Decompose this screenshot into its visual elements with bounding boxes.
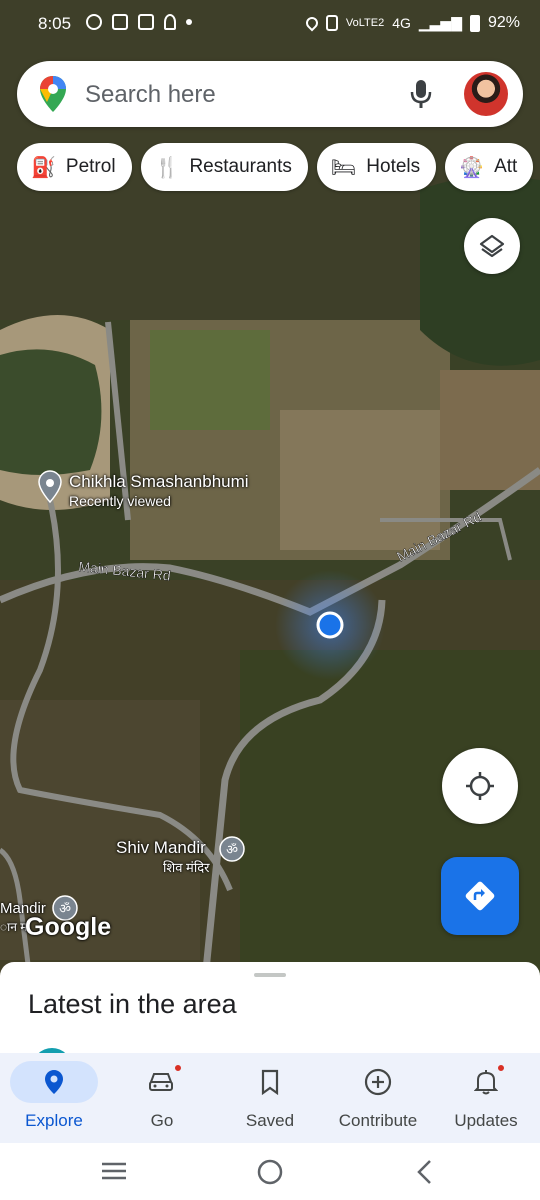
chip-label: Petrol (65, 156, 116, 177)
my-location-dot (316, 611, 344, 639)
screen: ॐ ॐ Main Bazar Rd Main Bazar Rd 8:05 VoL… (0, 0, 540, 1200)
instagram-icon (112, 14, 128, 30)
nav-label: Updates (454, 1111, 518, 1130)
notification-icon (86, 14, 102, 30)
more-notifications-dot (186, 19, 192, 25)
gas-station-icon: ⛽ (31, 156, 56, 179)
chip-hotels[interactable]: 🛏 Hotels (316, 143, 437, 191)
temple-pin-icon: ॐ (219, 836, 245, 862)
vibrate-icon (325, 15, 338, 31)
nav-label: Saved (245, 1111, 295, 1130)
chip-restaurants[interactable]: 🍴 Restaurants (140, 143, 308, 191)
status-bar: 8:05 VoLTE2 4G ▁▃▅▇ 92% (0, 0, 540, 48)
back-icon[interactable] (416, 1159, 434, 1185)
chip-attractions[interactable]: 🎡 Att (445, 143, 534, 191)
chip-petrol[interactable]: ⛽ Petrol (17, 143, 132, 191)
updates-badge (497, 1064, 505, 1072)
svg-text:ॐ: ॐ (226, 843, 238, 858)
battery-icon (469, 14, 480, 32)
home-icon[interactable] (257, 1159, 283, 1185)
sheet-drag-handle[interactable] (254, 973, 286, 977)
system-nav-bar (0, 1143, 540, 1200)
attractions-icon: 🎡 (459, 156, 485, 179)
status-time: 8:05 (38, 14, 72, 33)
poi-name: Chikhla Smashanbhumi (69, 472, 249, 491)
add-circle-icon (364, 1068, 392, 1096)
go-badge (174, 1064, 182, 1072)
nav-contribute[interactable]: Contribute (324, 1053, 432, 1143)
chip-label: Restaurants (189, 156, 292, 177)
layers-icon (479, 234, 505, 258)
bottom-nav: Explore Go Saved Contribute Updates (0, 1053, 540, 1143)
poi-subtitle: Recently viewed (69, 493, 171, 509)
car-icon (149, 1073, 173, 1091)
bookmark-icon (261, 1069, 279, 1095)
explore-pin-icon (45, 1070, 63, 1094)
my-location-button[interactable] (442, 748, 518, 824)
hotel-bed-icon: 🛏 (330, 156, 357, 179)
location-status-icon (303, 14, 321, 32)
nav-label: Explore (25, 1111, 83, 1130)
volte-label: VoLTE2 (345, 16, 385, 29)
search-bar[interactable]: Search here (17, 61, 523, 127)
book-icon (138, 14, 154, 30)
nav-updates[interactable]: Updates (432, 1053, 540, 1143)
nav-saved[interactable]: Saved (216, 1053, 324, 1143)
network-type: 4G (392, 15, 411, 31)
directions-icon (465, 881, 495, 911)
microphone-icon[interactable] (410, 79, 432, 109)
nav-explore[interactable]: Explore (0, 1053, 108, 1143)
signal-icon: ▁▃▅▇ (418, 14, 462, 31)
chip-label: Att (494, 156, 518, 177)
poi-subtitle: ान म (0, 920, 28, 934)
nav-label: Contribute (338, 1111, 418, 1130)
battery-percent: 92% (487, 14, 520, 31)
sheet-heading: Latest in the area (28, 989, 237, 1019)
layers-button[interactable] (464, 218, 520, 274)
bottom-sheet[interactable]: Latest in the area (0, 962, 540, 1088)
poi-name: Shiv Mandir (116, 838, 206, 857)
bell-status-icon (164, 14, 176, 30)
search-input[interactable]: Search here (85, 81, 216, 109)
restaurant-icon: 🍴 (154, 156, 180, 179)
nav-label: Go (150, 1111, 174, 1130)
bell-icon (474, 1070, 498, 1095)
avatar[interactable] (464, 72, 508, 116)
google-maps-pin-icon (40, 76, 66, 112)
poi-subtitle: शिव मंदिर (163, 860, 210, 875)
recent-apps-icon[interactable] (101, 1161, 127, 1181)
category-chips: ⛽ Petrol 🍴 Restaurants 🛏 Hotels 🎡 Att (17, 143, 534, 191)
directions-button[interactable] (441, 857, 519, 935)
nav-go[interactable]: Go (108, 1053, 216, 1143)
google-watermark: Google (25, 913, 112, 941)
chip-label: Hotels (366, 156, 421, 177)
crosshair-icon (466, 772, 494, 800)
